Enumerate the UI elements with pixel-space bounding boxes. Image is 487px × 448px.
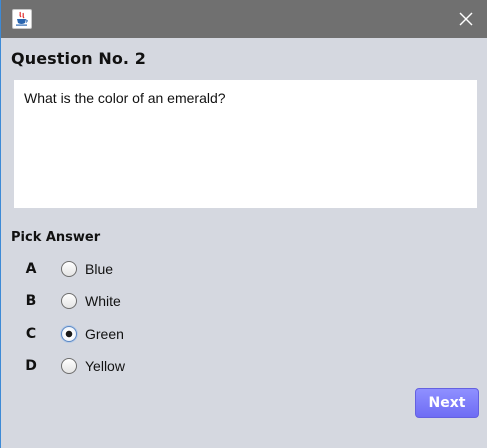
answer-option-d[interactable]: D Yellow — [1, 355, 301, 381]
answer-option-b[interactable]: B White — [1, 290, 301, 316]
option-letter: C — [25, 326, 37, 342]
next-button[interactable]: Next — [415, 388, 479, 418]
question-text: What is the color of an emerald? — [24, 90, 226, 106]
pick-answer-label: Pick Answer — [11, 230, 101, 245]
close-icon — [459, 12, 473, 26]
option-label[interactable]: White — [85, 293, 121, 309]
close-button[interactable] — [444, 0, 487, 38]
answer-option-c[interactable]: C Green — [1, 323, 301, 349]
option-label[interactable]: Blue — [85, 261, 113, 277]
option-letter: B — [25, 293, 37, 309]
radio-button-d[interactable] — [61, 358, 77, 374]
java-coffee-cup-icon — [12, 9, 32, 29]
question-title: Question No. 2 — [11, 49, 147, 68]
answer-option-a[interactable]: A Blue — [1, 258, 301, 284]
radio-button-a[interactable] — [61, 261, 77, 277]
quiz-window: Question No. 2 What is the color of an e… — [0, 0, 487, 448]
option-label[interactable]: Green — [85, 326, 124, 342]
option-label[interactable]: Yellow — [85, 358, 125, 374]
option-letter: D — [25, 358, 37, 374]
radio-button-b[interactable] — [61, 293, 77, 309]
option-letter: A — [25, 261, 37, 277]
title-bar[interactable] — [1, 0, 487, 38]
question-text-area[interactable]: What is the color of an emerald? — [14, 80, 477, 208]
radio-button-c[interactable] — [61, 326, 77, 342]
